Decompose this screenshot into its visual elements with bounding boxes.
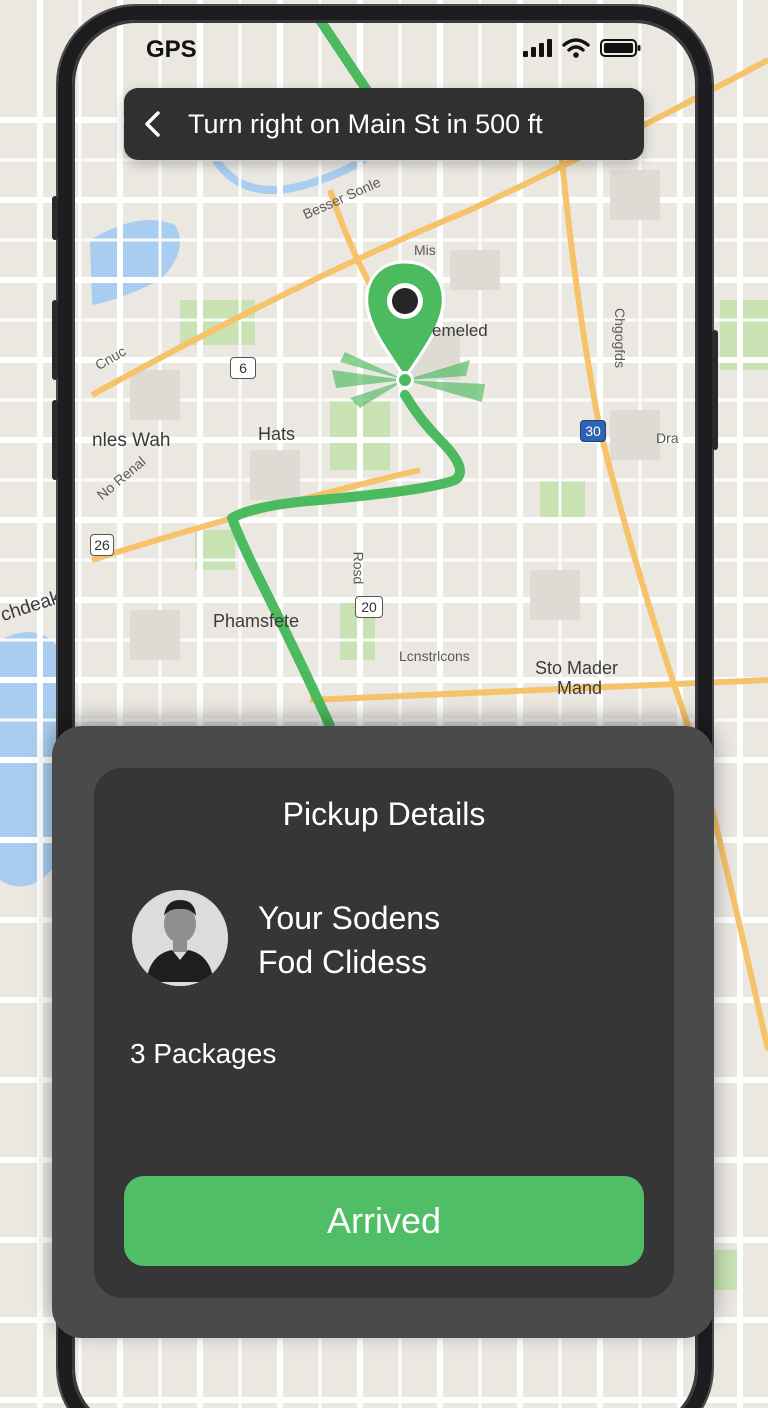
map-label-sto-mader: Sto Mader <box>535 658 619 678</box>
map-label-dra: Dra <box>656 430 679 446</box>
map-label-lcnstrlcons: Lcnstrlcons <box>399 648 470 664</box>
map-label-chgogfds: Chgogfds <box>611 308 628 368</box>
route-shield-20: 20 <box>355 596 383 618</box>
app-screen: Besser Sonle Mis emeled Chgogfds nles Wa… <box>0 0 768 1408</box>
map-label-nles-wah: nles Wah <box>92 430 171 451</box>
person-icon <box>132 890 228 986</box>
arrived-button[interactable]: Arrived <box>124 1176 644 1266</box>
map-label-phamsfete: Phamsfete <box>213 611 300 631</box>
back-button[interactable] <box>124 88 182 160</box>
customer-name-line1: Your Sodens <box>258 900 441 936</box>
power-button <box>712 330 718 450</box>
map-label-mand: Mand <box>557 678 603 698</box>
battery-icon <box>600 39 641 57</box>
signal-icon <box>523 39 552 57</box>
customer-name-line2: Fod Clidess <box>258 944 427 980</box>
status-label: GPS <box>146 36 197 63</box>
navigation-banner: Turn right on Main St in 500 ft <box>124 88 644 160</box>
mute-switch <box>52 196 58 240</box>
package-count: 3 Packages <box>130 1038 277 1069</box>
status-icons <box>522 38 642 58</box>
map-label-mis: Mis <box>414 242 436 258</box>
route-shield-26: 26 <box>90 534 114 556</box>
route-shield-6: 6 <box>230 357 256 379</box>
map-label-emeled: emeled <box>432 321 488 340</box>
volume-up-button <box>52 300 58 380</box>
chevron-left-icon <box>145 111 160 137</box>
route-shield-30: 30 <box>580 420 606 442</box>
turn-instruction: Turn right on Main St in 500 ft <box>188 108 543 139</box>
wifi-icon <box>562 38 590 58</box>
map-label-rosd: Rosd <box>350 551 367 585</box>
avatar <box>132 890 228 986</box>
pickup-title: Pickup Details <box>282 796 486 832</box>
volume-down-button <box>52 400 58 480</box>
map-label-hats: Hats <box>258 424 296 444</box>
status-bar: GPS <box>92 28 682 72</box>
customer-name: Your Sodens Fod Clidess <box>258 896 440 984</box>
